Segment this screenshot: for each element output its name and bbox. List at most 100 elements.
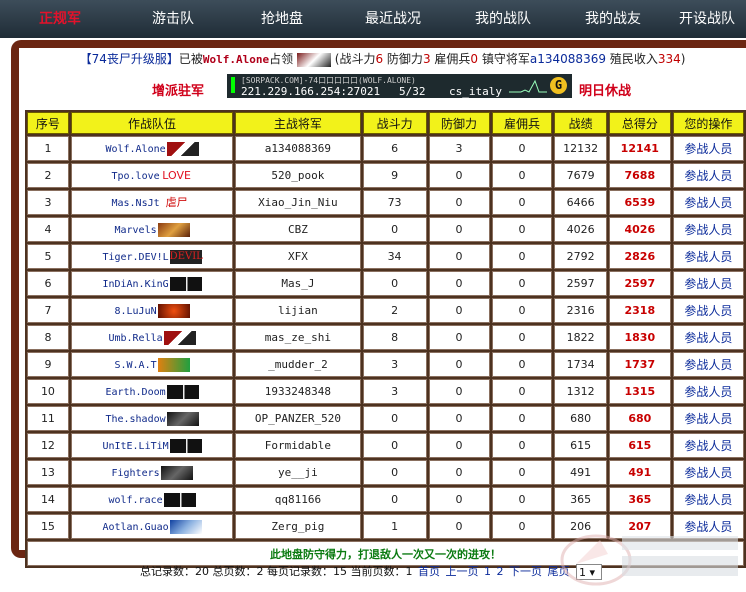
row-record: 491 xyxy=(554,460,607,485)
row-op-link[interactable]: 参战人员 xyxy=(672,433,744,458)
general-value[interactable]: a134088369 xyxy=(530,52,606,66)
row-team-text: Marvels xyxy=(114,224,157,236)
row-team[interactable]: S.W.A.T xyxy=(70,352,234,377)
row-op-link[interactable]: 参战人员 xyxy=(672,163,744,188)
total-value: 20 xyxy=(195,565,209,578)
row-merc-text: 0 xyxy=(518,439,526,452)
row-record-text: 4026 xyxy=(566,223,595,236)
row-team[interactable]: 8.LuJuN xyxy=(70,298,234,323)
row-defense-text: 0 xyxy=(455,304,463,317)
team-table: 序号 作战队伍 主战将军 战斗力 防御力 雇佣兵 战绩 总得分 您的操作 1 Wo… xyxy=(25,110,746,568)
page-2-link[interactable]: 2 xyxy=(497,565,504,578)
row-team[interactable]: wolf.race xyxy=(70,487,234,512)
row-team[interactable]: Tpo.love LOVE xyxy=(70,163,234,188)
row-score: 7688 xyxy=(608,163,671,188)
row-op-link-text: 参战人员 xyxy=(684,385,733,399)
row-general-text: a134088369 xyxy=(264,142,332,155)
row-op-link[interactable]: 参战人员 xyxy=(672,487,744,512)
row-record: 4026 xyxy=(554,217,607,242)
row-general-text: _mudder_2 xyxy=(268,358,328,371)
row-power: 0 xyxy=(362,406,427,431)
row-team[interactable]: InDiAn.KinG xyxy=(70,271,234,296)
row-op-link[interactable]: 参战人员 xyxy=(672,244,744,269)
row-team[interactable]: UnItE.LiTiM xyxy=(70,433,234,458)
top-nav: 正规军 游击队 抢地盘 最近战况 我的战队 我的战友 开设战队 xyxy=(0,0,746,38)
row-op-link-text: 参战人员 xyxy=(684,412,733,426)
row-power: 0 xyxy=(362,460,427,485)
occupier-team[interactable]: Wolf.Alone xyxy=(203,53,269,66)
row-team-text: Wolf.Alone xyxy=(105,143,166,155)
nav-grab-territory[interactable]: 抢地盘 xyxy=(226,0,338,38)
send-troops-button[interactable]: 增派驻军 xyxy=(152,80,204,99)
row-score-text: 2597 xyxy=(624,277,656,290)
row-no-text: 4 xyxy=(44,223,52,236)
row-team[interactable]: Wolf.Alone xyxy=(70,136,234,161)
row-general: 520_pook xyxy=(235,163,361,188)
defense-label: 防御力 xyxy=(386,52,423,66)
row-team-text: The.shadow xyxy=(105,413,166,425)
row-no-text: 1 xyxy=(44,142,52,155)
row-defense: 0 xyxy=(428,217,490,242)
row-team[interactable]: Tiger.DEV!LDEVIL xyxy=(70,244,234,269)
row-power-text: 9 xyxy=(391,169,399,182)
row-op-link[interactable]: 参战人员 xyxy=(672,217,744,242)
row-no-text: 15 xyxy=(40,520,55,533)
row-no-text: 13 xyxy=(40,466,55,479)
prev-page-link[interactable]: 上一页 xyxy=(446,565,479,578)
row-team[interactable]: Marvels xyxy=(70,217,234,242)
row-general-text: mas_ze_shi xyxy=(264,331,332,344)
row-defense: 0 xyxy=(428,163,490,188)
row-op-link[interactable]: 参战人员 xyxy=(672,352,744,377)
nav-create-team[interactable]: 开设战队 xyxy=(668,0,746,38)
row-record: 2597 xyxy=(554,271,607,296)
row-team[interactable]: The.shadow xyxy=(70,406,234,431)
pages-value: 2 xyxy=(256,565,264,578)
nav-recent-battles[interactable]: 最近战况 xyxy=(338,0,448,38)
row-op-link[interactable]: 参战人员 xyxy=(672,406,744,431)
row-op-link[interactable]: 参战人员 xyxy=(672,460,744,485)
row-record-text: 1734 xyxy=(566,358,595,371)
row-power-text: 3 xyxy=(391,358,399,371)
row-team-text: Tpo.love xyxy=(111,170,160,182)
row-team[interactable]: Umb.Rella xyxy=(70,325,234,350)
row-op-link[interactable]: 参战人员 xyxy=(672,325,744,350)
refresh-icon[interactable]: G xyxy=(550,77,567,94)
income-label: 殖民收入 xyxy=(609,52,658,66)
row-team[interactable]: Earth.Doom xyxy=(70,379,234,404)
row-score-text: 615 xyxy=(628,439,652,452)
next-page-link[interactable]: 下一页 xyxy=(509,565,542,578)
row-op-link[interactable]: 参战人员 xyxy=(672,136,744,161)
row-op-link-text: 参战人员 xyxy=(684,331,733,345)
nav-guerrilla[interactable]: 游击队 xyxy=(120,0,226,38)
row-team[interactable]: Mas.NsJt 虐尸 xyxy=(70,190,234,215)
row-op-link[interactable]: 参战人员 xyxy=(672,190,744,215)
row-team-text: Fighters xyxy=(111,467,160,479)
row-general-text: qq81166 xyxy=(274,493,322,506)
table-row: 3 Mas.NsJt 虐尸 Xiao_Jin_Niu 73 0 0 6466 6539 参战人员 xyxy=(27,190,744,215)
merc-value: 0 xyxy=(470,52,479,66)
server-banner[interactable]: [SORPACK.COM]-74口口口口口(WOLF.ALONE) 221.22… xyxy=(227,74,572,98)
row-score: 1315 xyxy=(608,379,671,404)
page-1-link[interactable]: 1 xyxy=(484,565,491,578)
row-team[interactable]: Fighters xyxy=(70,460,234,485)
col-op: 您的操作 xyxy=(672,112,744,134)
row-team[interactable]: Aotlan.Guao xyxy=(70,514,234,539)
row-power: 9 xyxy=(362,163,427,188)
nav-regular-army[interactable]: 正规军 xyxy=(0,0,120,38)
row-record: 1822 xyxy=(554,325,607,350)
row-power: 1 xyxy=(362,514,427,539)
row-defense: 0 xyxy=(428,325,490,350)
nav-my-friends[interactable]: 我的战友 xyxy=(558,0,668,38)
row-op-link[interactable]: 参战人员 xyxy=(672,271,744,296)
row-record-text: 680 xyxy=(570,412,592,425)
row-record-text: 7679 xyxy=(566,169,595,182)
row-merc-text: 0 xyxy=(518,142,526,155)
row-score: 2318 xyxy=(608,298,671,323)
defense-value: 3 xyxy=(422,52,431,66)
table-row: 12 UnItE.LiTiM Formidable 0 0 0 615 615 参战人员 xyxy=(27,433,744,458)
first-page-link[interactable]: 首页 xyxy=(418,565,440,578)
row-op-link[interactable]: 参战人员 xyxy=(672,379,744,404)
nav-my-team[interactable]: 我的战队 xyxy=(448,0,558,38)
row-op-link[interactable]: 参战人员 xyxy=(672,298,744,323)
row-record: 1312 xyxy=(554,379,607,404)
